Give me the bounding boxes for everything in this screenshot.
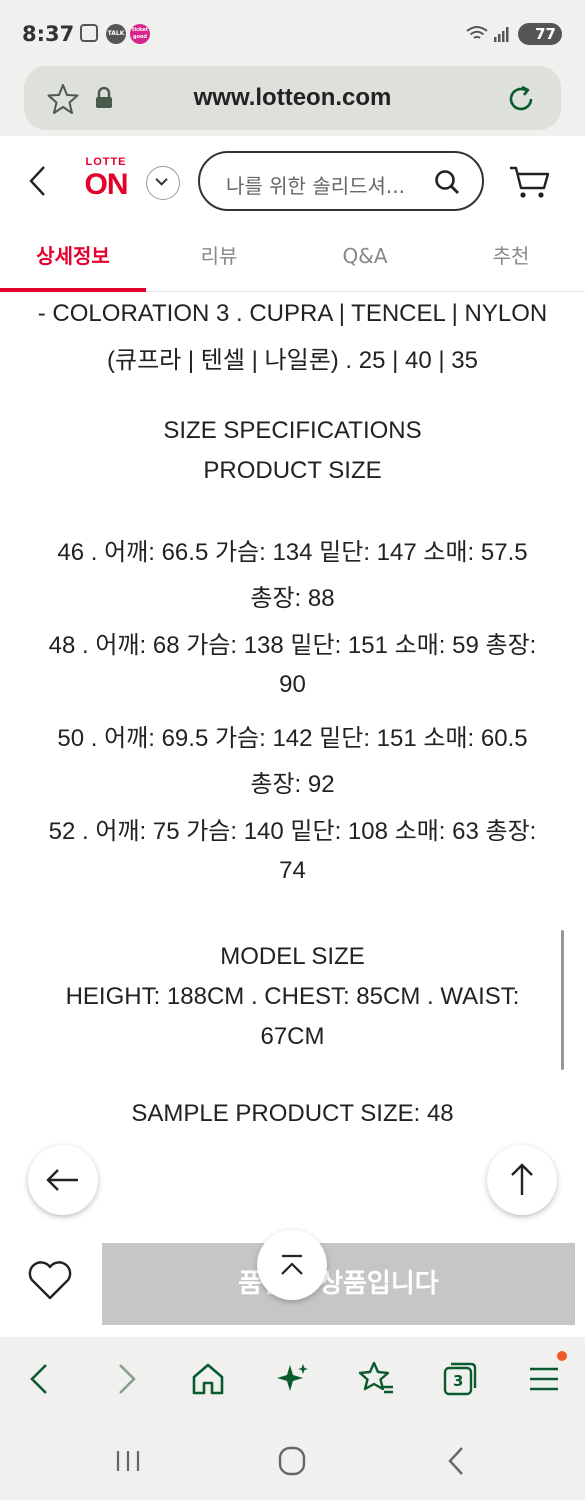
size-48-line-1: 48 . 어깨: 68 가슴: 138 밑단: 151 소매: 59 총장: xyxy=(48,632,537,659)
browser-toolbar: 3 xyxy=(0,1337,585,1423)
logo-top-text: LOTTE xyxy=(85,156,127,168)
app-notification-icon: ticket good xyxy=(130,24,150,44)
heart-icon[interactable] xyxy=(26,1258,74,1302)
lotteon-logo[interactable]: LOTTE ON xyxy=(78,156,134,208)
search-placeholder: 나를 위한 솔리드셔... xyxy=(226,174,405,198)
menu-notification-dot xyxy=(557,1351,567,1361)
back-nav-icon[interactable] xyxy=(436,1443,476,1479)
floating-back-button[interactable] xyxy=(28,1145,98,1215)
signal-icon xyxy=(494,27,509,42)
scroll-to-top-button[interactable] xyxy=(487,1145,557,1215)
ai-sparkle-icon[interactable] xyxy=(272,1359,312,1399)
size-50-line-2: 총장: 92 xyxy=(250,771,335,798)
size-spec-heading: SIZE SPECIFICATIONS xyxy=(163,417,422,444)
cart-icon[interactable] xyxy=(508,162,550,202)
material-line-2: (큐프라 | 텐셀 | 나일론) . 25 | 40 | 35 xyxy=(107,347,478,374)
screenshot-icon xyxy=(80,24,98,42)
product-size-heading: PRODUCT SIZE xyxy=(203,457,382,484)
expand-panel-button[interactable] xyxy=(257,1230,327,1300)
size-46-line-1: 46 . 어깨: 66.5 가슴: 134 밑단: 147 소매: 57.5 xyxy=(57,539,528,566)
sold-out-button[interactable]: 품절된 상품입니다 xyxy=(102,1243,575,1325)
status-time: 8:37 xyxy=(22,22,75,46)
back-icon[interactable] xyxy=(26,164,50,198)
size-46-line-2: 총장: 88 xyxy=(250,585,335,612)
arrow-up-icon xyxy=(511,1163,533,1195)
url-text[interactable]: www.lotteon.com xyxy=(24,84,561,112)
tab-recommend[interactable]: 추천 xyxy=(438,226,584,292)
search-input[interactable]: 나를 위한 솔리드셔... xyxy=(198,151,484,211)
tab-qna[interactable]: Q&A xyxy=(292,226,438,292)
search-icon[interactable] xyxy=(434,169,460,195)
battery-indicator: 77 xyxy=(518,23,562,45)
size-50-line-1: 50 . 어깨: 69.5 가슴: 142 밑단: 151 소매: 60.5 xyxy=(57,725,528,752)
size-48-line-2: 90 xyxy=(279,671,306,698)
chevron-down-icon xyxy=(155,178,168,186)
arrow-left-icon xyxy=(46,1169,78,1191)
chevron-up-icon xyxy=(281,1254,303,1275)
model-size-line-2: 67CM xyxy=(260,1023,325,1050)
address-bar[interactable]: www.lotteon.com xyxy=(24,66,561,130)
tab-count: 3 xyxy=(453,1372,464,1390)
home-icon[interactable] xyxy=(188,1359,228,1399)
browser-address-area: www.lotteon.com xyxy=(0,64,585,136)
kakaotalk-icon: TALK xyxy=(106,24,126,44)
app-header: LOTTE ON 나를 위한 솔리드셔... xyxy=(0,136,585,226)
mall-dropdown-button[interactable] xyxy=(146,166,180,200)
status-bar: 8:37 TALK ticket good 77 xyxy=(0,0,585,64)
model-size-heading: MODEL SIZE xyxy=(220,943,365,970)
material-line-1: - COLORATION 3 . CUPRA | TENCEL | NYLON xyxy=(37,300,548,327)
tabs-button[interactable]: 3 xyxy=(440,1359,480,1399)
bookmarks-icon[interactable] xyxy=(356,1359,396,1399)
reload-icon[interactable] xyxy=(504,82,538,116)
browser-forward-icon[interactable] xyxy=(106,1359,146,1399)
logo-main-text: ON xyxy=(84,168,129,201)
tab-reviews[interactable]: 리뷰 xyxy=(146,226,292,292)
detail-tabs: 상세정보 리뷰 Q&A 추천 xyxy=(0,226,585,292)
home-nav-icon[interactable] xyxy=(272,1443,312,1479)
recent-apps-icon[interactable] xyxy=(108,1443,148,1479)
sample-size-line: SAMPLE PRODUCT SIZE: 48 xyxy=(131,1100,454,1127)
model-size-line-1: HEIGHT: 188CM . CHEST: 85CM . WAIST: xyxy=(65,983,520,1010)
system-navigation-bar xyxy=(0,1423,585,1500)
scrollbar[interactable] xyxy=(561,930,564,1070)
browser-back-icon[interactable] xyxy=(20,1359,60,1399)
size-52-line-1: 52 . 어깨: 75 가슴: 140 밑단: 108 소매: 63 총장: xyxy=(48,818,537,845)
wifi-icon xyxy=(466,26,488,39)
tab-detail-info[interactable]: 상세정보 xyxy=(0,226,146,292)
menu-icon[interactable] xyxy=(524,1359,564,1399)
size-52-line-2: 74 xyxy=(279,857,306,884)
